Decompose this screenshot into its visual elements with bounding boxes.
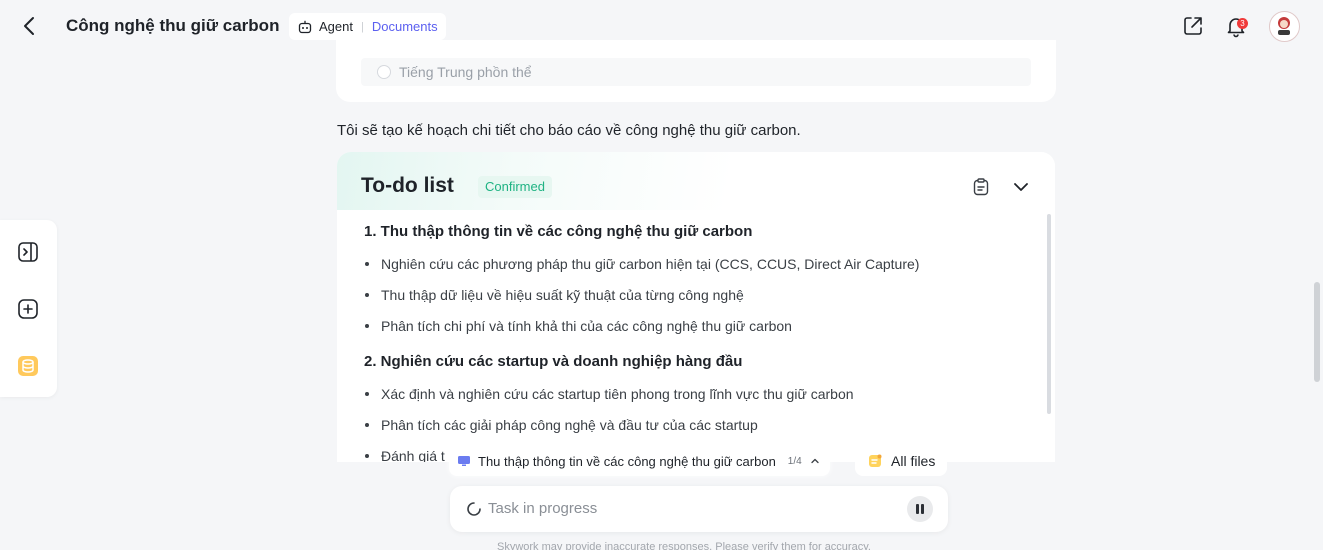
list-item-text: Phân tích chi phí và tính khả thi của cá… [381, 318, 792, 334]
clipboard-icon[interactable] [971, 177, 991, 197]
robot-icon [298, 20, 312, 33]
list-item: Phân tích các giải pháp công nghệ và đầu… [365, 417, 758, 433]
bullet [365, 392, 369, 396]
monitor-icon [458, 456, 470, 466]
new-task-icon[interactable] [16, 297, 40, 321]
language-option[interactable]: Tiếng Trung phồn thể [361, 58, 1031, 86]
current-task-label: Thu thập thông tin về các công nghệ thu … [478, 453, 776, 469]
loading-spinner-icon [467, 502, 481, 516]
pause-button[interactable] [907, 496, 933, 522]
question-card: Tiếng Trung phồn thể [336, 40, 1056, 102]
share-icon[interactable] [1181, 14, 1205, 38]
back-arrow-icon[interactable] [18, 14, 42, 38]
section-title: 2. Nghiên cứu các startup và doanh nghiệ… [364, 353, 743, 370]
avatar[interactable] [1269, 11, 1300, 42]
mode-separator: | [360, 20, 364, 33]
todo-title: To-do list [361, 174, 454, 197]
mode-selector[interactable]: Agent | Documents [289, 13, 446, 40]
chevron-up-icon[interactable] [810, 456, 820, 466]
bullet [365, 454, 369, 458]
disclaimer: Skywork may provide inaccurate responses… [497, 541, 871, 550]
files-icon [869, 454, 882, 467]
agent-label: Agent [319, 19, 353, 34]
list-item: Nghiên cứu các phương pháp thu giữ carbo… [365, 256, 919, 272]
page-title: Công nghệ thu giữ carbon [66, 16, 280, 35]
bullet [365, 293, 369, 297]
list-item: Thu thập dữ liệu về hiệu suất kỹ thuật c… [365, 287, 744, 303]
list-item: Đánh giá t [365, 448, 445, 462]
assistant-message: Tôi sẽ tạo kế hoạch chi tiết cho báo cáo… [337, 122, 801, 139]
chevron-down-icon[interactable] [1011, 177, 1031, 197]
database-icon[interactable] [16, 354, 40, 378]
section-title: 1. Thu thập thông tin về các công nghệ t… [364, 223, 753, 240]
bullet [365, 423, 369, 427]
status-badge: Confirmed [478, 176, 552, 198]
list-item-text: Xác định và nghiên cứu các startup tiên … [381, 386, 854, 402]
todo-scrollbar[interactable] [1047, 214, 1051, 414]
avatar-image-icon [1278, 17, 1290, 35]
all-files-button[interactable]: All files [855, 446, 948, 476]
radio-button[interactable] [377, 65, 391, 79]
list-item: Phân tích chi phí và tính khả thi của cá… [365, 318, 792, 334]
bullet [365, 324, 369, 328]
current-task-chip[interactable]: Thu thập thông tin về các công nghệ thu … [449, 446, 830, 476]
bullet [365, 262, 369, 266]
notification-badge: 3 [1237, 18, 1248, 29]
list-item-text: Thu thập dữ liệu về hiệu suất kỹ thuật c… [381, 287, 744, 303]
expand-sidebar-icon[interactable] [16, 240, 40, 264]
list-item: Xác định và nghiên cứu các startup tiên … [365, 386, 854, 402]
page-scrollbar[interactable] [1314, 282, 1320, 382]
documents-label[interactable]: Documents [372, 19, 438, 34]
list-item-text: Nghiên cứu các phương pháp thu giữ carbo… [381, 256, 920, 272]
todo-body: 1. Thu thập thông tin về các công nghệ t… [337, 210, 1055, 462]
todo-card: To-do list Confirmed 1. Thu thập thông t… [337, 152, 1055, 462]
task-status-text: Task in progress [488, 500, 598, 517]
side-toolbar [0, 220, 57, 397]
all-files-label: All files [891, 453, 936, 469]
task-counter: 1/4 [787, 455, 802, 467]
list-item-text: Đánh giá t [381, 448, 445, 462]
todo-header: To-do list Confirmed [337, 152, 1055, 210]
option-label: Tiếng Trung phồn thể [399, 64, 532, 80]
task-status-box: Task in progress [450, 486, 948, 532]
list-item-text: Phân tích các giải pháp công nghệ và đầu… [381, 417, 758, 433]
